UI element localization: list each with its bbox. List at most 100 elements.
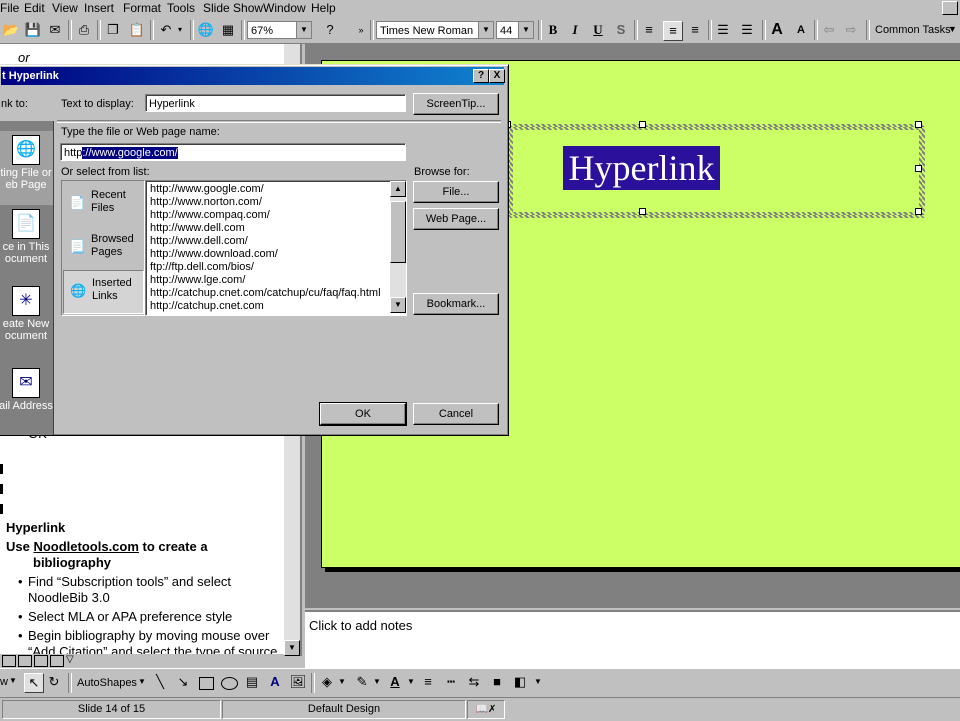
decrease-font-icon[interactable]: A <box>792 21 810 39</box>
chevron-down-icon[interactable]: ▼ <box>9 676 17 685</box>
browse-file-button[interactable]: File... <box>413 181 499 203</box>
numbering-icon[interactable]: ☰ <box>714 21 732 39</box>
dialog-title-bar[interactable]: t Hyperlink ? X <box>1 67 505 85</box>
print-icon[interactable]: ⎙ <box>75 21 93 39</box>
list-item[interactable]: http://catchup.cnet.com <box>150 300 264 313</box>
resize-handle[interactable] <box>639 121 646 128</box>
close-button[interactable]: X <box>489 69 505 83</box>
list-item[interactable]: http://www.download.com/ <box>150 248 278 261</box>
inserted-links-tab[interactable]: 🌐 Inserted Links <box>63 270 144 314</box>
links-list[interactable]: http://www.google.com/ http://www.norton… <box>145 180 407 316</box>
minimize-icon[interactable] <box>942 1 958 15</box>
rectangle-icon[interactable] <box>199 677 214 690</box>
bullets-icon[interactable]: ☰ <box>738 21 756 39</box>
menu-tools[interactable]: Tools <box>167 1 195 15</box>
scroll-thumb[interactable] <box>390 201 406 263</box>
notes-pane[interactable]: Click to add notes <box>305 610 960 668</box>
scroll-up-icon[interactable]: ▲ <box>390 181 406 197</box>
chevron-down-icon[interactable]: ▼ <box>373 677 381 686</box>
menu-insert[interactable]: Insert <box>84 1 114 15</box>
ok-button[interactable]: OK <box>319 402 407 426</box>
chevron-down-icon[interactable]: ▼ <box>296 22 311 38</box>
shadow-icon[interactable]: ■ <box>488 673 506 691</box>
common-tasks-button[interactable]: Common Tasks <box>875 24 951 36</box>
recent-files-tab[interactable]: 📄 Recent Files <box>63 183 142 225</box>
link-target-email[interactable]: ✉ ail Address <box>0 368 53 412</box>
menu-edit[interactable]: Edit <box>24 1 45 15</box>
align-left-icon[interactable]: ≡ <box>640 21 658 39</box>
menu-help[interactable]: Help <box>311 1 336 15</box>
insert-hyperlink-icon[interactable]: 🌐 <box>197 21 215 39</box>
list-item[interactable]: ftp://ftp.dell.com/bios/ <box>150 261 254 274</box>
browse-web-page-button[interactable]: Web Page... <box>413 208 499 230</box>
shadow-button[interactable]: S <box>612 21 630 39</box>
toolbar-more-icon[interactable]: » <box>355 21 367 39</box>
tables-icon[interactable]: ▦ <box>219 21 237 39</box>
email-icon[interactable]: ✉ <box>46 21 64 39</box>
noodletools-link[interactable]: Noodletools.com <box>33 539 138 554</box>
bold-button[interactable]: B <box>544 21 562 39</box>
draw-menu-button[interactable]: w <box>0 676 8 688</box>
link-target-existing-file[interactable]: 🌐 ting File or eb Page <box>0 131 53 205</box>
wordart-icon[interactable]: A <box>266 673 284 691</box>
3d-icon[interactable]: ◧ <box>511 673 529 691</box>
undo-icon[interactable]: ↶ <box>157 21 175 39</box>
menu-window[interactable]: Window <box>263 1 306 15</box>
screentip-button[interactable]: ScreenTip... <box>413 93 499 115</box>
list-scrollbar[interactable]: ▲ ▼ <box>390 181 406 313</box>
normal-view-icon[interactable] <box>2 655 16 667</box>
arrow-icon[interactable]: ↘ <box>174 673 192 691</box>
fill-color-icon[interactable]: ◈ <box>318 673 336 691</box>
autoshapes-button[interactable]: AutoShapes <box>77 677 137 689</box>
zoom-select[interactable]: 67% ▼ <box>247 21 312 39</box>
select-objects-icon[interactable]: ↖ <box>24 673 44 693</box>
promote-icon[interactable]: ⇦ <box>820 21 838 39</box>
line-style-icon[interactable]: ≡ <box>419 673 437 691</box>
list-item[interactable]: http://www.lge.com/ <box>150 274 245 287</box>
link-target-new-document[interactable]: ✳ eate New ocument <box>0 286 53 342</box>
clip-art-icon[interactable]: 🖼 <box>289 673 307 691</box>
copy-icon[interactable]: ❐ <box>104 21 122 39</box>
slide-sorter-icon[interactable] <box>50 655 64 667</box>
outline-view-icon[interactable] <box>18 655 32 667</box>
save-icon[interactable]: 💾 <box>24 21 42 39</box>
oval-icon[interactable] <box>221 677 238 690</box>
selected-slide-text[interactable]: Hyperlink <box>563 146 720 190</box>
font-color-icon[interactable]: A <box>386 673 404 691</box>
chevron-down-icon[interactable]: ▼ <box>478 22 493 38</box>
italic-button[interactable]: I <box>566 21 584 39</box>
list-item[interactable]: http://catchup.cnet.com/catchup/cu/faq/f… <box>150 287 381 300</box>
font-name-select[interactable]: Times New Roman ▼ <box>376 21 494 39</box>
slide-view-icon[interactable] <box>34 655 48 667</box>
list-item[interactable]: http://www.google.com/ <box>150 183 264 196</box>
bookmark-button[interactable]: Bookmark... <box>413 293 499 315</box>
menu-view[interactable]: View <box>52 1 78 15</box>
scroll-down-icon[interactable]: ▼ <box>390 297 406 313</box>
scroll-down-icon[interactable]: ▼ <box>284 640 300 656</box>
list-item[interactable]: http://www.compaq.com/ <box>150 209 270 222</box>
menu-format[interactable]: Format <box>123 1 161 15</box>
cancel-button[interactable]: Cancel <box>413 403 499 425</box>
demote-icon[interactable]: ⇨ <box>842 21 860 39</box>
link-target-place-in-document[interactable]: 📄 ce in This ocument <box>0 209 53 265</box>
resize-handle[interactable] <box>915 121 922 128</box>
line-color-icon[interactable]: ✎ <box>353 673 371 691</box>
office-assistant-icon[interactable]: ? <box>321 21 339 39</box>
list-item[interactable]: http://www.dell.com/ <box>150 235 248 248</box>
chevron-down-icon[interactable]: ▼ <box>534 677 542 686</box>
increase-font-icon[interactable]: A <box>768 21 786 39</box>
line-icon[interactable]: ╲ <box>151 673 169 691</box>
chevron-down-icon[interactable]: ▼ <box>518 22 533 38</box>
arrow-style-icon[interactable]: ⇆ <box>465 673 483 691</box>
chevron-down-icon[interactable]: ▼ <box>338 677 346 686</box>
menu-slide-show[interactable]: Slide Show <box>203 1 263 15</box>
chevron-down-icon[interactable]: ▼ <box>138 677 146 686</box>
url-input[interactable]: http://www.google.com/ <box>60 143 406 161</box>
paste-icon[interactable]: 📋 <box>128 21 146 39</box>
dash-style-icon[interactable]: ┅ <box>442 673 460 691</box>
align-right-icon[interactable]: ≡ <box>686 21 704 39</box>
browsed-pages-tab[interactable]: 📃 Browsed Pages <box>63 227 142 269</box>
font-size-select[interactable]: 44 ▼ <box>496 21 534 39</box>
undo-dropdown-icon[interactable]: ▾ <box>175 21 185 39</box>
list-item[interactable]: http://www.dell.com <box>150 222 245 235</box>
